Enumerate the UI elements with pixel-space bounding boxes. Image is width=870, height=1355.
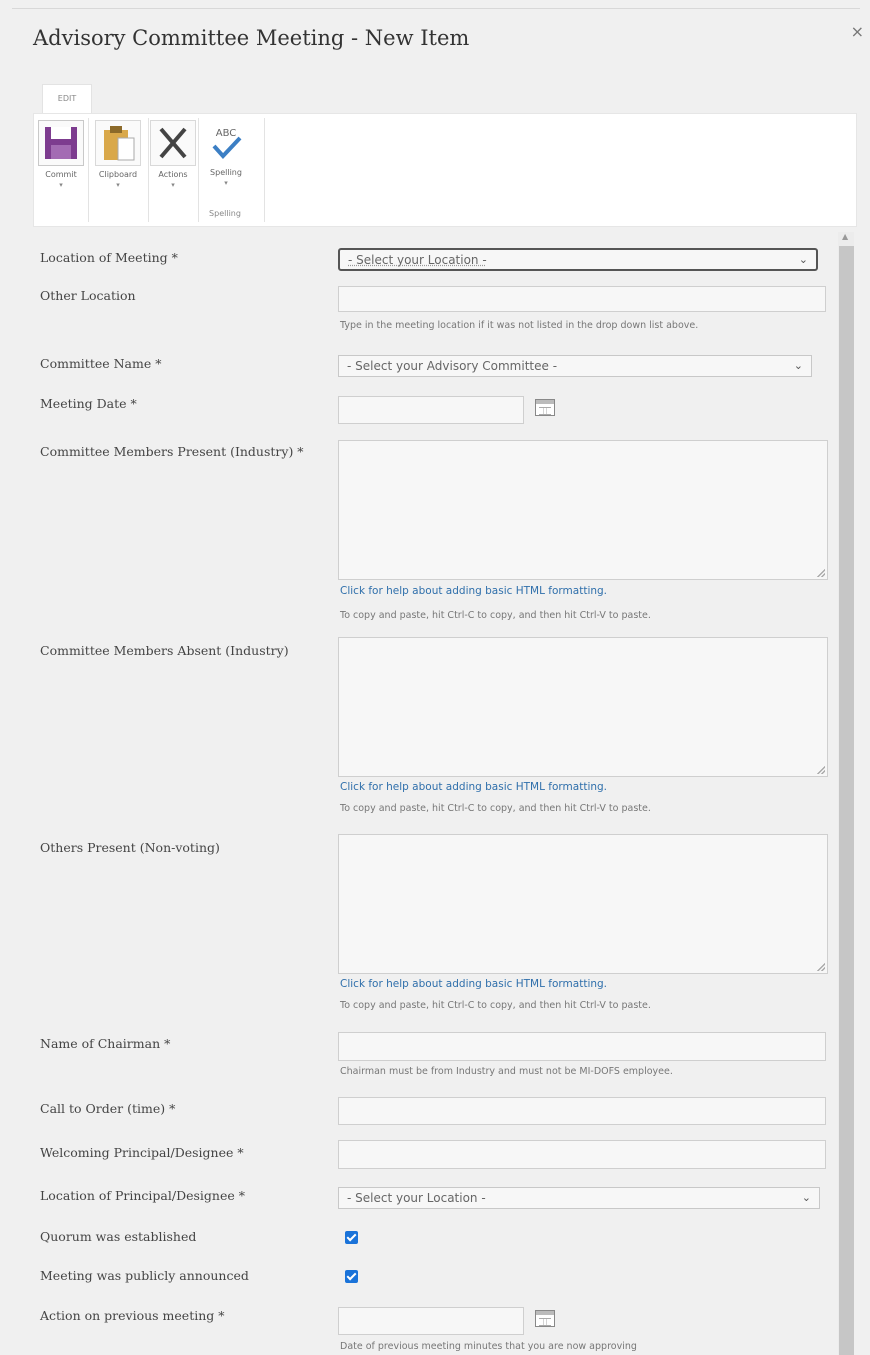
- chairman-label: Name of Chairman *: [40, 1036, 171, 1051]
- members-present-textarea[interactable]: [338, 440, 828, 580]
- meeting-date-input[interactable]: [338, 396, 524, 424]
- copy-paste-hint: To copy and paste, hit Ctrl-C to copy, a…: [340, 610, 651, 621]
- ribbon-group-label: Spelling: [209, 209, 241, 218]
- spelling-icon-text: ABC: [216, 128, 237, 139]
- previous-meeting-label: Action on previous meeting *: [40, 1308, 225, 1323]
- cancel-icon: [150, 120, 196, 166]
- call-to-order-input[interactable]: [338, 1097, 826, 1125]
- copy-paste-hint: To copy and paste, hit Ctrl-C to copy, a…: [340, 1000, 651, 1011]
- ribbon-divider: [198, 118, 199, 222]
- chairman-input[interactable]: [338, 1032, 826, 1061]
- welcoming-principal-label: Welcoming Principal/Designee *: [40, 1145, 244, 1160]
- clipboard-icon: [95, 120, 141, 166]
- principal-location-label: Location of Principal/Designee *: [40, 1188, 245, 1203]
- meeting-date-label: Meeting Date *: [40, 396, 137, 411]
- actions-button[interactable]: Actions ▾: [150, 120, 196, 220]
- chevron-down-icon: ▾: [224, 179, 228, 187]
- ribbon: Commit ▾ Clipboard ▾ Actions ▾ ABC Spell…: [33, 113, 857, 227]
- announced-label: Meeting was publicly announced: [40, 1268, 249, 1283]
- spelling-label: Spelling: [210, 168, 242, 177]
- principal-location-select[interactable]: - Select your Location - ⌄: [338, 1187, 820, 1209]
- chevron-down-icon: ⌄: [801, 1191, 811, 1204]
- ribbon-divider: [264, 118, 265, 222]
- html-help-link[interactable]: Click for help about adding basic HTML f…: [340, 781, 607, 793]
- committee-name-value: - Select your Advisory Committee -: [347, 359, 558, 373]
- committee-name-select[interactable]: - Select your Advisory Committee - ⌄: [338, 355, 812, 377]
- commit-label: Commit: [45, 170, 77, 179]
- resize-grip-icon[interactable]: [817, 963, 825, 971]
- resize-grip-icon[interactable]: [817, 569, 825, 577]
- resize-grip-icon[interactable]: [817, 766, 825, 774]
- chevron-down-icon: ▾: [171, 181, 175, 189]
- new-item-dialog: Advisory Committee Meeting - New Item × …: [0, 0, 870, 1355]
- chevron-down-icon: ⌄: [793, 359, 803, 372]
- chevron-down-icon: ⌄: [798, 253, 808, 266]
- dialog-title: Advisory Committee Meeting - New Item: [33, 26, 470, 50]
- calendar-icon[interactable]: [535, 1310, 555, 1327]
- committee-name-label: Committee Name *: [40, 356, 162, 371]
- welcoming-principal-input[interactable]: [338, 1140, 826, 1169]
- other-location-label: Other Location: [40, 288, 136, 303]
- clipboard-button[interactable]: Clipboard ▾: [89, 120, 147, 220]
- call-to-order-label: Call to Order (time) *: [40, 1101, 176, 1116]
- other-location-hint: Type in the meeting location if it was n…: [340, 320, 699, 331]
- spelling-check-icon: ABC: [204, 120, 248, 164]
- scroll-up-icon[interactable]: ▲: [842, 232, 848, 241]
- location-of-meeting-select[interactable]: - Select your Location - ⌄: [338, 248, 818, 271]
- members-absent-label: Committee Members Absent (Industry): [40, 643, 289, 658]
- others-present-label: Others Present (Non-voting): [40, 840, 220, 855]
- commit-button[interactable]: Commit ▾: [36, 120, 86, 220]
- html-help-link[interactable]: Click for help about adding basic HTML f…: [340, 978, 607, 990]
- copy-paste-hint: To copy and paste, hit Ctrl-C to copy, a…: [340, 803, 651, 814]
- other-location-input[interactable]: [338, 286, 826, 312]
- chevron-down-icon: ▾: [59, 181, 63, 189]
- members-absent-textarea[interactable]: [338, 637, 828, 777]
- announced-checkbox[interactable]: [345, 1270, 358, 1283]
- calendar-icon[interactable]: [535, 399, 555, 416]
- ribbon-divider: [148, 118, 149, 222]
- principal-location-value: - Select your Location -: [347, 1191, 486, 1205]
- previous-meeting-hint: Date of previous meeting minutes that yo…: [340, 1341, 637, 1352]
- clipboard-label: Clipboard: [98, 170, 138, 179]
- actions-label: Actions: [158, 170, 188, 179]
- others-present-textarea[interactable]: [338, 834, 828, 974]
- previous-meeting-date-input[interactable]: [338, 1307, 524, 1335]
- quorum-checkbox[interactable]: [345, 1231, 358, 1244]
- quorum-label: Quorum was established: [40, 1229, 197, 1244]
- chevron-down-icon: ▾: [116, 181, 120, 189]
- scrollbar-thumb[interactable]: [839, 246, 854, 1355]
- members-present-label: Committee Members Present (Industry) *: [40, 444, 304, 459]
- close-icon[interactable]: ×: [851, 22, 864, 41]
- dialog-top-border: [12, 8, 860, 9]
- html-help-link[interactable]: Click for help about adding basic HTML f…: [340, 585, 607, 597]
- tab-edit[interactable]: EDIT: [42, 84, 92, 114]
- save-icon: [38, 120, 84, 166]
- spelling-button[interactable]: ABC Spelling ▾: [202, 120, 250, 220]
- location-of-meeting-value: - Select your Location -: [348, 253, 487, 267]
- chairman-hint: Chairman must be from Industry and must …: [340, 1066, 673, 1077]
- location-of-meeting-label: Location of Meeting *: [40, 250, 178, 265]
